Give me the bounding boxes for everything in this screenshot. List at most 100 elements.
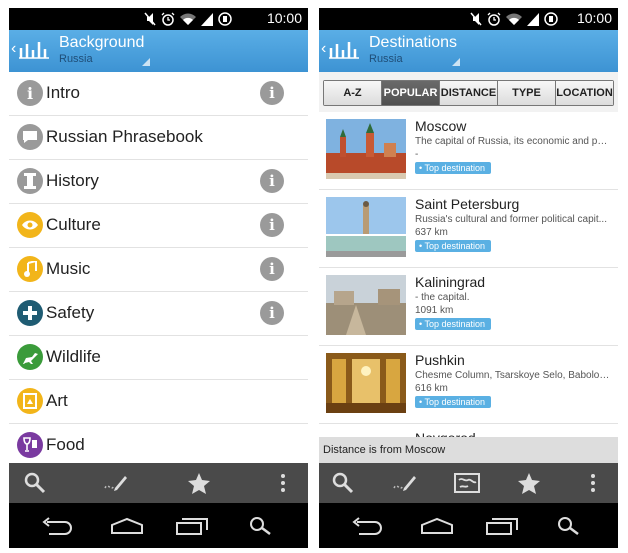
status-bar: 10:00 [319,8,618,30]
notes-button[interactable] [102,469,130,497]
pencil-icon [104,476,127,491]
search-icon [558,517,579,535]
topic-item-art[interactable]: Art [9,380,308,424]
favorites-button[interactable] [185,469,213,497]
search-button[interactable] [21,469,49,497]
music-note-icon [17,256,43,282]
wifi-icon [506,13,522,25]
destination-name: Pushkin [415,352,465,368]
recents-button[interactable] [482,513,522,539]
mute-icon [144,12,156,26]
screen-title: Destinations [369,34,458,51]
topic-label: Russian Phrasebook [46,127,203,146]
topic-item-history[interactable]: History i [9,160,308,204]
map-button[interactable] [453,469,481,497]
search-nav-button[interactable] [241,513,281,539]
destination-distance: 637 km [415,227,448,238]
app-logo-icon[interactable] [329,40,359,60]
bottom-toolbar [9,463,308,503]
destination-item[interactable]: Kaliningrad - the capital. 1091 km • Top de… [319,268,618,346]
destination-item[interactable]: Moscow The capital of Russia, its economi… [319,112,618,190]
back-button[interactable] [347,513,387,539]
search-nav-button[interactable] [549,513,589,539]
back-button[interactable] [37,513,77,539]
app-logo-icon[interactable] [19,40,49,60]
country-spinner[interactable]: Russia [369,53,403,65]
topic-item-music[interactable]: Music i [9,248,308,292]
search-icon [332,472,354,494]
country-spinner[interactable]: Russia [59,53,93,65]
tab-popular[interactable]: POPULAR [382,81,440,105]
home-icon [111,517,143,534]
overflow-menu-button[interactable] [269,469,297,497]
frame-icon [17,388,43,414]
destination-photo [326,353,406,413]
more-vertical-icon [281,474,285,492]
topic-item-intro[interactable]: i Intro i [9,72,308,116]
star-icon [188,473,210,494]
notes-button[interactable] [391,469,419,497]
star-icon [518,473,540,494]
info-icon[interactable]: i [260,257,284,281]
distance-note: Distance is from Moscow [319,437,618,463]
topic-label: Safety [46,303,95,322]
tab-a-z[interactable]: A-Z [324,81,382,105]
favorites-button[interactable] [515,469,543,497]
deer-icon [17,344,43,370]
home-button[interactable] [417,513,457,539]
mute-icon [470,12,482,26]
status-bar: 10:00 [9,8,308,30]
search-icon [250,517,271,535]
tab-distance[interactable]: DISTANCE [440,81,498,105]
destination-distance: 1091 km [415,305,454,316]
topic-label: Food [46,435,85,454]
background-screen: 10:00 ‹ Background Russia i Intro i Russian… [9,8,308,548]
overflow-menu-button[interactable] [579,469,607,497]
topic-list: i Intro i Russian Phrasebook History i Culture… [9,72,308,468]
topic-item-wildlife[interactable]: Wildlife [9,336,308,380]
topic-label: Art [46,391,68,410]
action-bar: ‹ Background Russia [9,30,308,72]
destination-name: Kaliningrad [415,274,486,290]
destination-distance: 616 km [415,383,448,394]
up-chevron-icon[interactable]: ‹ [11,40,16,58]
tab-type[interactable]: TYPE [498,81,556,105]
top-destination-badge: • Top destination [415,318,492,330]
topic-label: Culture [46,215,101,234]
signal-icon [527,12,539,26]
cross-icon [17,300,43,326]
topic-item-russian-phrasebook[interactable]: Russian Phrasebook [9,116,308,160]
intro-icon: i [17,80,43,106]
eye-icon [17,212,43,238]
battery-icon [544,12,558,26]
recents-icon [176,518,208,535]
destination-item[interactable]: Pushkin Chesme Column, Tsarskoye Selo, Ba… [319,346,618,424]
topic-item-safety[interactable]: Safety i [9,292,308,336]
destination-name: Saint Petersburg [415,196,520,212]
info-icon[interactable]: i [260,169,284,193]
destination-description: Chesme Column, Tsarskoye Selo, Babolov..… [415,370,611,381]
recents-button[interactable] [172,513,212,539]
alarm-icon [487,12,501,26]
destination-item[interactable]: Novgorod [319,424,618,437]
home-button[interactable] [107,513,147,539]
battery-icon [218,12,232,26]
topic-item-food[interactable]: Food [9,424,308,468]
topic-label: Wildlife [46,347,101,366]
up-chevron-icon[interactable]: ‹ [321,40,326,58]
wine-glass-icon [17,432,43,458]
search-button[interactable] [329,469,357,497]
info-icon[interactable]: i [260,81,284,105]
topic-item-culture[interactable]: Culture i [9,204,308,248]
screen-title: Background [59,34,145,51]
info-icon[interactable]: i [260,213,284,237]
wifi-icon [180,13,196,25]
sort-tabs: A-Z POPULAR DISTANCE TYPE LOCATION [323,80,614,106]
search-icon [24,472,46,494]
spinner-triangle-icon [142,58,150,66]
destination-photo [326,275,406,335]
tab-location[interactable]: LOCATION [556,81,613,105]
info-icon[interactable]: i [260,301,284,325]
destination-description: Russia's cultural and former political c… [415,214,607,225]
destination-item[interactable]: Saint Petersburg Russia's cultural and fo… [319,190,618,268]
